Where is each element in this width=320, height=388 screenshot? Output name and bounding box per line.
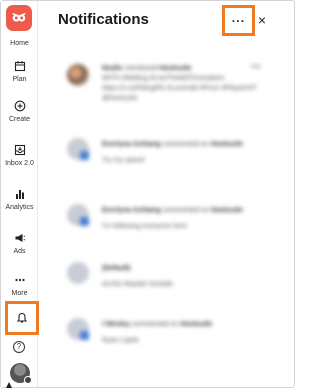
notification-action: mentioned	[124, 65, 158, 72]
sidebar: Home Plan Create Inbox 2.0 Analytics Ads	[1, 1, 39, 388]
notification-time: Sep	[250, 64, 261, 70]
notification-body: Ryan Lajoie	[102, 337, 139, 344]
comment-badge-icon	[80, 151, 89, 160]
notification-body: Archie Mayfair Outside	[102, 281, 173, 288]
user-avatar[interactable]	[10, 363, 32, 384]
notification-list: Nealic mentioned Hootsuite WITH #Mailing…	[62, 56, 284, 386]
notification-actor: (Default)	[102, 265, 131, 272]
sidebar-item-label: More	[11, 290, 28, 297]
bar-chart-icon	[13, 187, 27, 201]
sidebar-item-label: Plan	[12, 76, 27, 83]
sidebar-item-plan[interactable]: Plan	[1, 59, 38, 83]
notification-text: (Default) Archie Mayfair Outside	[102, 264, 272, 290]
hootsuite-logo[interactable]	[6, 5, 32, 31]
sidebar-item-inbox[interactable]: Inbox 2.0	[1, 143, 38, 167]
mouse-cursor-icon	[6, 382, 12, 388]
close-icon[interactable]: ×	[255, 12, 269, 28]
plus-circle-icon	[13, 99, 27, 113]
notification-action: commented on	[162, 207, 209, 214]
page-title: Notifications	[58, 11, 149, 28]
notification-target: Hootsuite	[159, 65, 192, 72]
notification-target: Hootsuite	[210, 141, 243, 148]
bell-icon	[16, 312, 28, 323]
notification-text: I Wesley commented on Hootsuite Ryan Laj…	[102, 320, 272, 346]
inbox-icon	[13, 143, 27, 157]
calendar-icon	[13, 59, 27, 73]
notification-body: Try my speed	[102, 157, 145, 164]
comment-badge-icon	[80, 331, 89, 340]
avatar	[67, 262, 89, 284]
notification-actor: Nealic	[102, 65, 123, 72]
notification-body: WITH #Mailing #LiveTheMOTimesbiere https…	[102, 75, 257, 102]
status-indicator	[24, 376, 32, 384]
help-icon[interactable]: ?	[13, 341, 25, 353]
notification-text: Nealic mentioned Hootsuite WITH #Mailing…	[102, 64, 272, 104]
notification-text: Everlyna Ashiang commented on Hootsuite …	[102, 206, 272, 232]
notification-action: commented on	[131, 321, 179, 328]
notification-target: Hootsuite	[180, 321, 213, 328]
megaphone-icon	[13, 231, 27, 245]
sidebar-item-home[interactable]: Home	[1, 37, 38, 47]
notification-action: commented on	[162, 141, 209, 148]
dots-icon	[13, 273, 27, 287]
sidebar-item-label: Inbox 2.0	[5, 160, 34, 167]
owl-logo-icon	[12, 12, 26, 22]
sidebar-item-label: Analytics	[5, 204, 34, 211]
notification-text: Everlyna Ashiang commented on Hootsuite …	[102, 140, 272, 166]
notifications-button[interactable]	[5, 301, 39, 335]
more-options-button[interactable]: ···	[222, 5, 255, 36]
comment-badge-icon	[80, 217, 89, 226]
sidebar-item-label: Home	[10, 40, 29, 47]
notification-actor: Everlyna Ashiang	[102, 207, 161, 214]
avatar	[67, 64, 89, 86]
sidebar-item-label: Ads	[13, 248, 26, 255]
sidebar-item-create[interactable]: Create	[1, 99, 38, 123]
sidebar-item-more[interactable]: More	[1, 273, 38, 297]
notification-actor: I Wesley	[102, 321, 130, 328]
sidebar-item-ads[interactable]: Ads	[1, 231, 38, 255]
sidebar-item-analytics[interactable]: Analytics	[1, 187, 38, 211]
sidebar-item-label: Create	[8, 116, 30, 123]
notification-actor: Everlyna Ashiang	[102, 141, 161, 148]
notification-body: I'm following everyone here	[102, 223, 187, 230]
notification-target: Hootsuite	[210, 207, 243, 214]
